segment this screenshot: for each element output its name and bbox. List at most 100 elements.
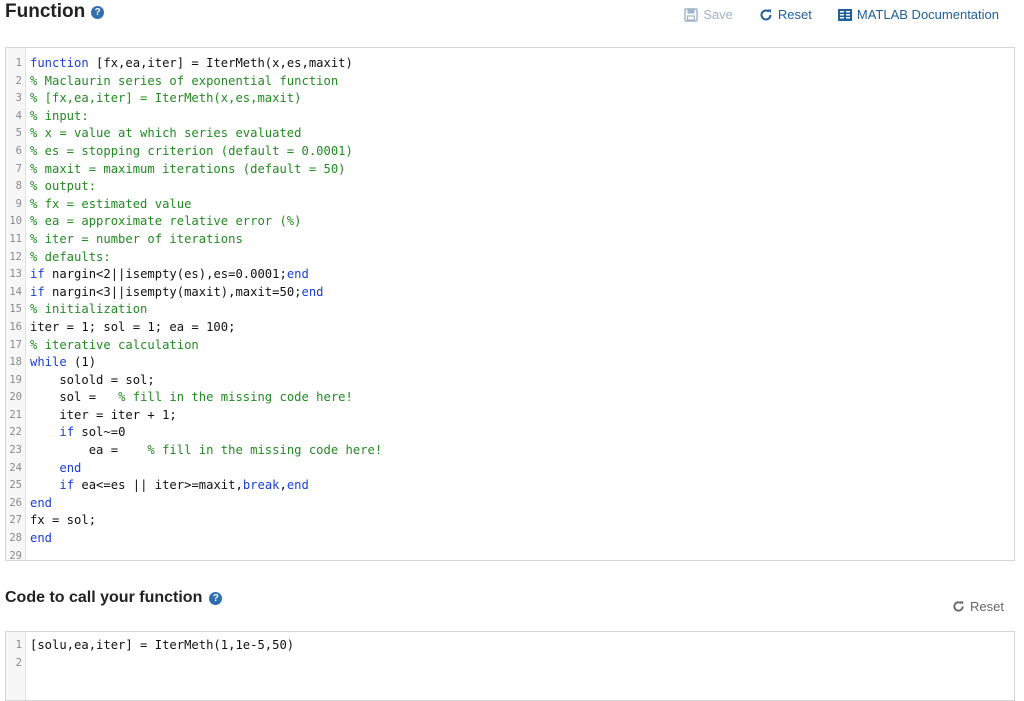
- code-line[interactable]: 9 % fx = estimated value: [6, 196, 1014, 214]
- code-token: [fx,ea,iter] = IterMeth(x,es,maxit): [88, 56, 353, 70]
- code-token: nargin<3||isempty(maxit),maxit=50;: [44, 284, 302, 299]
- code-text: if nargin<3||isempty(maxit),maxit=50;end: [30, 284, 324, 302]
- line-number: 28: [9, 532, 22, 545]
- code-keyword: end: [30, 531, 53, 546]
- code-keyword: end: [59, 460, 82, 475]
- line-number: 29: [9, 549, 22, 562]
- code-line[interactable]: 27 fx = sol;: [6, 512, 1014, 530]
- reset-button[interactable]: Reset: [759, 7, 812, 22]
- code-keyword: end: [286, 267, 309, 282]
- code-line[interactable]: 18 while (1): [6, 354, 1014, 372]
- code-text: % maxit = maximum iterations (default = …: [30, 161, 346, 179]
- code-keyword: end: [30, 495, 53, 510]
- code-token: nargin<2||isempty(es),es=0.0001;: [44, 267, 287, 282]
- header: Function ? Save Reset MATLAB Documentati…: [0, 0, 1024, 32]
- call-reset-button[interactable]: Reset: [952, 599, 1004, 614]
- code-text: iter = iter + 1;: [30, 407, 177, 425]
- line-number: 17: [9, 338, 22, 351]
- code-line[interactable]: 13 if nargin<2||isempty(es),es=0.0001;end: [6, 266, 1014, 284]
- code-keyword: break: [242, 478, 280, 493]
- code-text: fx = sol;: [30, 512, 96, 530]
- code-line[interactable]: 26 end: [6, 495, 1014, 513]
- line-number: 26: [9, 496, 22, 509]
- code-line[interactable]: 23 ea = % fill in the missing code here!: [6, 442, 1014, 460]
- line-number: 24: [9, 461, 22, 474]
- code-token: iter = iter + 1;: [30, 407, 177, 422]
- save-button[interactable]: Save: [684, 7, 733, 22]
- line-number: 1: [15, 639, 22, 651]
- code-line[interactable]: 17 % iterative calculation: [6, 337, 1014, 355]
- code-line[interactable]: 3 % [fx,ea,iter] = IterMeth(x,es,maxit): [6, 90, 1014, 108]
- code-line[interactable]: 7 % maxit = maximum iterations (default =…: [6, 161, 1014, 179]
- code-line[interactable]: 29: [6, 548, 1014, 566]
- code-comment: % initialization: [30, 302, 148, 317]
- line-number: 1: [15, 57, 22, 69]
- code-text: % initialization: [30, 301, 147, 319]
- code-token: ea<=es || iter>=maxit,: [74, 478, 243, 493]
- help-icon[interactable]: ?: [91, 5, 105, 19]
- reset-icon: [952, 600, 965, 613]
- code-comment: % maxit = maximum iterations (default = …: [30, 161, 346, 176]
- line-number: 21: [9, 408, 22, 421]
- code-text: sol = % fill in the missing code here!: [30, 389, 353, 407]
- code-text: solold = sol;: [30, 372, 154, 390]
- line-number: 19: [9, 373, 22, 386]
- code-line[interactable]: 1 [solu,ea,iter] = IterMeth(1,1e-5,50): [6, 637, 1014, 655]
- code-line[interactable]: 19 solold = sol;: [6, 372, 1014, 390]
- code-line[interactable]: 16 iter = 1; sol = 1; ea = 100;: [6, 319, 1014, 337]
- line-number: 14: [9, 285, 22, 298]
- code-line[interactable]: 20 sol = % fill in the missing code here…: [6, 389, 1014, 407]
- call-code-editor[interactable]: 1 [solu,ea,iter] = IterMeth(1,1e-5,50) 2: [5, 631, 1015, 701]
- code-keyword: end: [301, 284, 324, 299]
- code-text: % defaults:: [30, 249, 111, 267]
- code-text: % output:: [30, 178, 96, 196]
- code-text: if ea<=es || iter>=maxit,break,end: [30, 477, 309, 495]
- code-line[interactable]: 5 % x = value at which series evaluated: [6, 125, 1014, 143]
- code-line[interactable]: 28 end: [6, 530, 1014, 548]
- code-text: [solu,ea,iter] = IterMeth(1,1e-5,50): [30, 637, 294, 655]
- code-line[interactable]: 25 if ea<=es || iter>=maxit,break,end: [6, 477, 1014, 495]
- code-line[interactable]: 2: [6, 655, 1014, 673]
- code-keyword: while: [30, 355, 67, 370]
- save-label: Save: [703, 7, 733, 22]
- function-code-editor[interactable]: 1 function [fx,ea,iter] = IterMeth(x,es,m…: [5, 47, 1015, 562]
- line-number: 12: [9, 250, 22, 263]
- code-line[interactable]: 21 iter = iter + 1;: [6, 407, 1014, 425]
- call-reset-label: Reset: [970, 599, 1004, 614]
- code-line[interactable]: 11 % iter = number of iterations: [6, 231, 1014, 249]
- line-number: 23: [9, 444, 22, 457]
- code-token: sol~=0: [74, 425, 126, 440]
- help-icon[interactable]: ?: [209, 591, 223, 605]
- code-line[interactable]: 15 % initialization: [6, 301, 1014, 319]
- page-title-text: Function: [5, 1, 86, 22]
- code-line[interactable]: 6 % es = stopping criterion (default = 0.…: [6, 143, 1014, 161]
- code-line[interactable]: 1 function [fx,ea,iter] = IterMeth(x,es,m…: [6, 55, 1014, 73]
- code-text: % input:: [30, 108, 89, 126]
- line-number: 16: [9, 320, 22, 333]
- matlab-docs-link[interactable]: MATLAB Documentation: [837, 7, 999, 22]
- code-text: % x = value at which series evaluated: [30, 125, 302, 143]
- code-line[interactable]: 22 if sol~=0: [6, 424, 1014, 442]
- code-line[interactable]: 2 % Maclaurin series of exponential funct…: [6, 73, 1014, 91]
- code-comment: % [fx,ea,iter] = IterMeth(x,es,maxit): [30, 91, 302, 106]
- code-line[interactable]: 12 % defaults:: [6, 249, 1014, 267]
- line-number: 8: [15, 180, 22, 193]
- line-number: 25: [9, 479, 22, 492]
- code-comment: % defaults:: [30, 249, 111, 264]
- code-line[interactable]: 24 end: [6, 460, 1014, 478]
- code-text: end: [30, 530, 52, 548]
- line-number: 15: [9, 303, 22, 316]
- code-line[interactable]: 14 if nargin<3||isempty(maxit),maxit=50;e…: [6, 284, 1014, 302]
- line-number: 27: [9, 514, 22, 527]
- code-line[interactable]: 10 % ea = approximate relative error (%): [6, 213, 1014, 231]
- line-number: 11: [9, 232, 22, 245]
- code-line[interactable]: 8 % output:: [6, 178, 1014, 196]
- code-token: sol =: [30, 390, 119, 405]
- code-comment: % input:: [30, 108, 89, 123]
- code-line[interactable]: 4 % input:: [6, 108, 1014, 126]
- code-comment: % iterative calculation: [30, 337, 199, 352]
- code-token: fx = sol;: [30, 513, 97, 528]
- code-token: ea =: [30, 443, 148, 458]
- code-comment: % fx = estimated value: [30, 196, 192, 211]
